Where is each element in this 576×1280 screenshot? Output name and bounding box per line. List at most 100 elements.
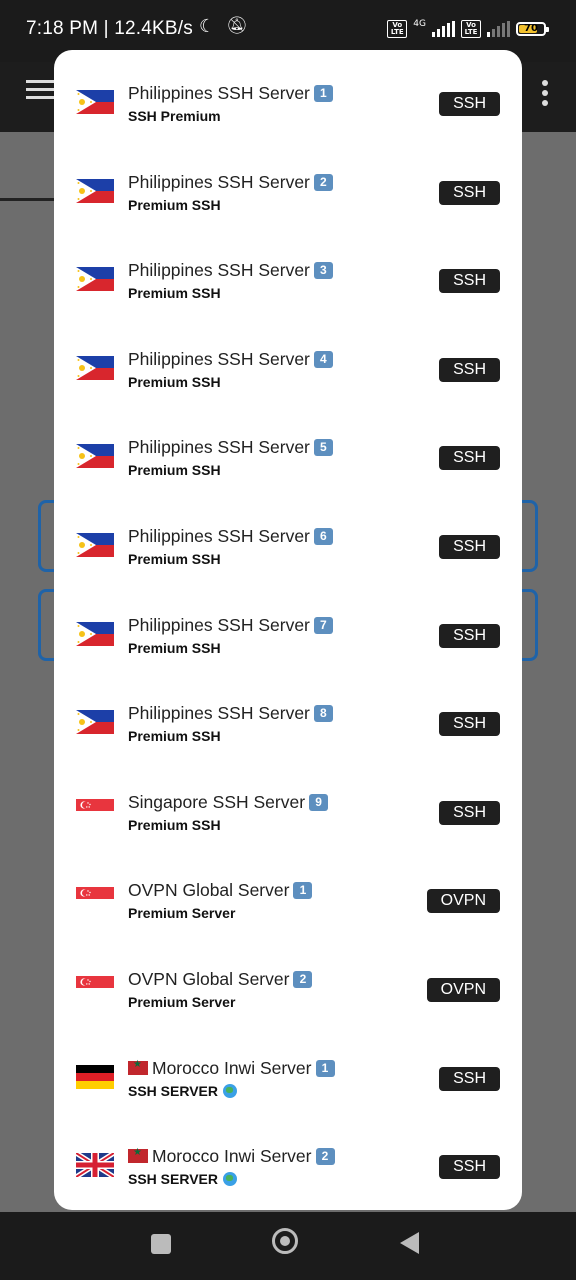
server-subtitle: Premium SSH bbox=[128, 197, 221, 213]
server-subtitle: SSH Premium bbox=[128, 108, 221, 124]
morocco-flag-icon bbox=[128, 1147, 148, 1164]
server-title: Philippines SSH Server 2 bbox=[128, 172, 333, 193]
server-item[interactable]: Singapore SSH Server 9 Premium SSH SSH bbox=[54, 759, 522, 847]
server-item[interactable]: Philippines SSH Server 8 Premium SSH SSH bbox=[54, 670, 522, 758]
server-subtitle: Premium SSH bbox=[128, 462, 221, 478]
server-item[interactable]: Philippines SSH Server 3 Premium SSH SSH bbox=[54, 227, 522, 315]
philippines-flag-icon bbox=[76, 710, 114, 735]
server-number-keycap: 1 bbox=[313, 85, 333, 102]
server-subtitle: Premium SSH bbox=[128, 374, 221, 390]
server-title: OVPN Global Server 2 bbox=[128, 969, 313, 990]
server-type-badge: SSH bbox=[439, 357, 500, 382]
server-type-badge: SSH bbox=[439, 92, 500, 116]
server-subtitle-text: Premium SSH bbox=[128, 285, 221, 302]
philippines-flag-icon bbox=[76, 621, 114, 646]
uk-flag-icon bbox=[76, 1153, 114, 1178]
morocco-flag-icon bbox=[128, 1059, 148, 1075]
server-item[interactable]: OVPN Global Server 1 Premium Server OVPN bbox=[54, 847, 522, 935]
server-title-text: Morocco Inwi Server bbox=[152, 1057, 312, 1078]
server-subtitle: SSH SERVER bbox=[128, 1083, 237, 1099]
signal-icon bbox=[432, 21, 455, 37]
server-title: Singapore SSH Server 9 bbox=[128, 791, 329, 813]
network-type: 4G bbox=[413, 19, 426, 29]
philippines-flag-icon bbox=[76, 90, 114, 114]
recents-button[interactable] bbox=[151, 1234, 171, 1254]
server-subtitle-text: Premium Server bbox=[128, 994, 236, 1010]
server-subtitle: Premium SSH bbox=[128, 285, 221, 301]
volte-icon: Vo LTE bbox=[387, 20, 408, 38]
server-title-text: Philippines SSH Server bbox=[128, 437, 310, 458]
server-item[interactable]: Philippines SSH Server 4 Premium SSH SSH bbox=[54, 316, 522, 404]
server-item[interactable]: Philippines SSH Server 7 Premium SSH SSH bbox=[54, 582, 522, 670]
server-item[interactable]: Morocco Inwi Server1 SSH SERVER SSH bbox=[54, 1025, 522, 1113]
server-number-keycap: 5 bbox=[313, 439, 333, 457]
server-title: Philippines SSH Server 4 bbox=[128, 349, 333, 370]
server-type-badge: SSH bbox=[439, 269, 500, 294]
server-subtitle: Premium Server bbox=[128, 994, 235, 1010]
server-title-text: Morocco Inwi Server bbox=[152, 1146, 312, 1167]
server-title-text: Philippines SSH Server bbox=[128, 614, 310, 635]
philippines-flag-icon bbox=[76, 355, 114, 380]
philippines-flag-icon bbox=[76, 178, 114, 203]
server-list-dialog: Philippines SSH Server 1 SSH Premium SSH Phi… bbox=[54, 50, 522, 1210]
server-subtitle: Premium SSH bbox=[128, 728, 221, 744]
server-type-badge: OVPN bbox=[426, 978, 500, 1002]
server-item[interactable]: Morocco Inwi Server2 SSH SERVER SSH bbox=[54, 1113, 522, 1201]
server-item[interactable]: Philippines SSH Server 5 Premium SSH SSH bbox=[54, 404, 522, 492]
back-button[interactable] bbox=[400, 1232, 419, 1254]
server-subtitle-text: SSH SERVER bbox=[128, 1171, 218, 1188]
server-number-keycap: 1 bbox=[293, 882, 313, 900]
server-subtitle-text: SSH Premium bbox=[128, 108, 221, 124]
navigation-bar bbox=[0, 1212, 576, 1280]
server-type-badge: OVPN bbox=[426, 889, 500, 914]
server-number-keycap: 2 bbox=[315, 1148, 335, 1166]
server-type-badge: SSH bbox=[439, 446, 500, 471]
server-item[interactable]: Philippines SSH Server 1 SSH Premium SSH bbox=[54, 50, 522, 138]
moon-icon: ☾ bbox=[199, 16, 216, 37]
server-number-keycap: 9 bbox=[309, 793, 329, 811]
menu-icon[interactable] bbox=[26, 80, 54, 100]
server-title: OVPN Global Server 1 bbox=[128, 880, 313, 901]
server-title: Philippines SSH Server 8 bbox=[128, 703, 333, 724]
server-subtitle: Premium SSH bbox=[128, 640, 221, 656]
server-subtitle: SSH SERVER bbox=[128, 1171, 237, 1187]
server-title-text: Philippines SSH Server bbox=[128, 348, 310, 369]
server-subtitle-text: SSH SERVER bbox=[128, 1082, 218, 1099]
server-title-text: OVPN Global Server bbox=[128, 880, 290, 901]
server-title: Philippines SSH Server 7 bbox=[128, 615, 333, 636]
server-item[interactable]: Philippines SSH Server 6 Premium SSH SSH bbox=[54, 493, 522, 581]
server-type-badge: SSH bbox=[439, 1066, 500, 1091]
philippines-flag-icon bbox=[76, 444, 114, 469]
more-options-icon[interactable] bbox=[542, 80, 548, 110]
server-subtitle-text: Premium SSH bbox=[128, 196, 221, 213]
server-item[interactable]: Philippines SSH Server 2 Premium SSH SSH bbox=[54, 139, 522, 227]
globe-icon bbox=[223, 1172, 237, 1187]
server-number-keycap: 6 bbox=[313, 528, 333, 545]
server-number-keycap: 2 bbox=[313, 173, 333, 191]
server-type-badge: SSH bbox=[439, 535, 500, 559]
server-subtitle-text: Premium SSH bbox=[128, 639, 221, 656]
server-title-text: Philippines SSH Server bbox=[128, 83, 310, 103]
server-title-text: Philippines SSH Server bbox=[128, 703, 310, 724]
server-item[interactable]: OVPN Global Server 2 Premium Server OVPN bbox=[54, 936, 522, 1024]
singapore-flag-icon bbox=[76, 976, 114, 1000]
server-subtitle: Premium SSH bbox=[128, 551, 221, 567]
status-time: 7:18 PM | 12.4KB/s bbox=[26, 18, 193, 39]
server-number-keycap: 3 bbox=[313, 262, 333, 280]
home-button[interactable] bbox=[272, 1228, 298, 1254]
battery-icon: 70 bbox=[516, 22, 549, 36]
server-subtitle: Premium SSH bbox=[128, 817, 221, 833]
philippines-flag-icon bbox=[76, 267, 114, 292]
server-type-badge: SSH bbox=[439, 180, 500, 205]
server-title-text: Philippines SSH Server bbox=[128, 171, 310, 192]
server-subtitle-text: Premium SSH bbox=[128, 728, 221, 745]
server-subtitle: Premium Server bbox=[128, 905, 235, 921]
server-number-keycap: 4 bbox=[313, 350, 333, 368]
server-title: Philippines SSH Server 6 bbox=[128, 526, 333, 547]
server-title-text: Singapore SSH Server bbox=[128, 791, 306, 812]
server-title-text: OVPN Global Server bbox=[128, 969, 290, 989]
server-number-keycap: 2 bbox=[293, 971, 313, 988]
server-title: Morocco Inwi Server2 bbox=[128, 1146, 335, 1167]
server-title-text: Philippines SSH Server bbox=[128, 526, 310, 546]
server-title: Morocco Inwi Server1 bbox=[128, 1058, 335, 1079]
